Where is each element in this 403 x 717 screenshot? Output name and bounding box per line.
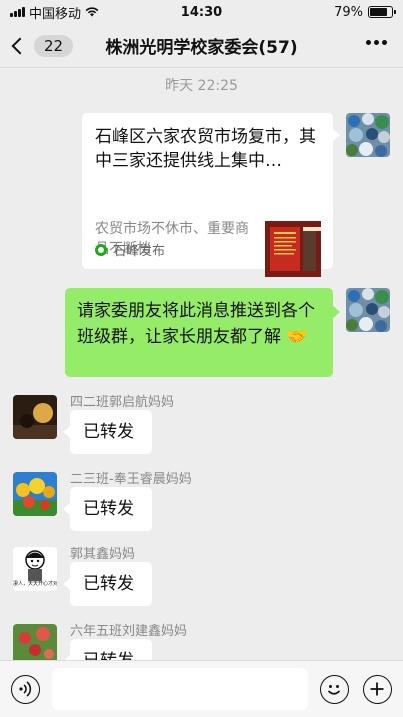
avatar-caption: 凄人，天天开心才对 <box>13 581 57 587</box>
handshake-emoji-icon: 🤝 <box>286 327 308 347</box>
battery-percent: 79% <box>334 4 363 20</box>
message-input[interactable] <box>52 668 308 710</box>
incoming-message-3[interactable]: 已转发 <box>63 562 152 606</box>
bubble-tail <box>333 306 340 318</box>
sender-name-2: 二三班-奉王睿晨妈妈 <box>70 472 192 487</box>
wifi-icon <box>85 7 99 17</box>
plus-icon[interactable] <box>363 675 392 704</box>
incoming-message-4[interactable]: 已转发 <box>63 639 152 660</box>
sender-avatar-3[interactable]: 凄人，天天开心才对 <box>13 547 57 591</box>
card-divider <box>95 285 320 286</box>
sender-avatar-2[interactable] <box>13 472 57 516</box>
emoji-icon[interactable] <box>320 675 349 704</box>
status-left: 中国移动 <box>10 3 170 22</box>
message-timestamp: 昨天 22:25 <box>165 78 238 94</box>
sender-name-4: 六年五班刘建鑫妈妈 <box>70 624 188 639</box>
card-thumbnail <box>265 221 321 277</box>
battery-fill <box>370 8 387 16</box>
sender-avatar-4[interactable] <box>13 624 57 660</box>
card-source: 石峰发布 <box>95 240 165 259</box>
status-bar: 中国移动 14:30 79% <box>0 0 403 24</box>
card-source-name: 石峰发布 <box>113 244 166 259</box>
battery-icon <box>368 6 396 18</box>
sender-avatar-1[interactable] <box>13 395 57 439</box>
card-title: 石峰区六家农贸市场复市，其中三家还提供线上集中… <box>95 127 316 171</box>
sender-name-3: 郭其鑫妈妈 <box>70 547 136 562</box>
my-avatar-2[interactable] <box>346 288 390 332</box>
incoming-message-2[interactable]: 已转发 <box>63 487 152 531</box>
nav-bar: 22 株洲光明学校家委会(57) <box>0 24 403 68</box>
signal-icon <box>10 7 25 17</box>
outgoing-message-text: 请家委朋友将此消息推送到各个班级群，让家长朋友都了解 <box>77 301 315 347</box>
chat-area[interactable]: 昨天 22:25 石峰区六家农贸市场复市，其中三家还提供线上集中… 农贸市场不休… <box>0 69 403 660</box>
incoming-message-1[interactable]: 已转发 <box>63 410 152 454</box>
sender-name-1: 四二班郭启航妈妈 <box>70 395 175 410</box>
link-card[interactable]: 石峰区六家农贸市场复市，其中三家还提供线上集中… 农贸市场不休市、重要商品不断档… <box>82 113 340 286</box>
back-chevron-icon <box>11 37 29 54</box>
input-bar <box>0 660 403 717</box>
carrier-label: 中国移动 <box>29 6 82 22</box>
voice-icon[interactable] <box>11 675 40 704</box>
status-right: 79% <box>334 4 396 20</box>
source-icon <box>95 243 107 256</box>
bubble-tail <box>333 129 340 141</box>
more-icon[interactable] <box>366 40 387 45</box>
outgoing-message-bubble[interactable]: 请家委朋友将此消息推送到各个班级群，让家长朋友都了解 🤝 <box>65 288 340 377</box>
my-avatar-1[interactable] <box>346 113 390 157</box>
chat-title: 株洲光明学校家委会(57) <box>105 38 298 58</box>
